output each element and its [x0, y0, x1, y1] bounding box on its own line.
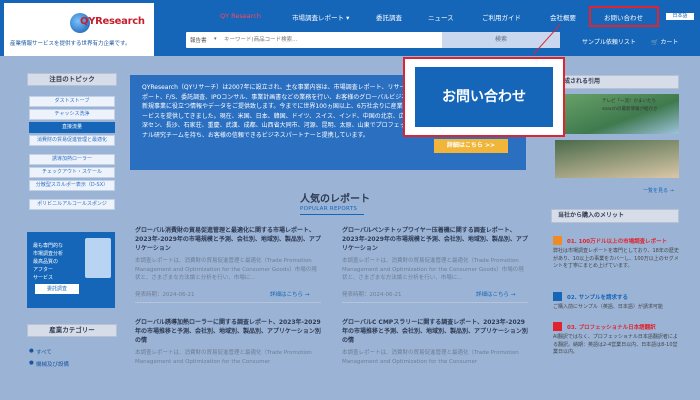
document-icon: [553, 292, 562, 301]
topic-item[interactable]: ポリビニルアルコールスポンジ: [29, 199, 115, 210]
company-intro-text: QYResearch（QYリサーチ）は2007年に設立され、主な事業内容は、市場…: [142, 84, 421, 139]
cart-label: カート: [660, 39, 679, 46]
merit-title: 03. プロフェッショナル日本語翻訳: [567, 325, 656, 331]
topic-item[interactable]: 分散型スカルポー表示（D-SX）: [29, 180, 115, 191]
merit-title: 02. サンプルを請求する: [567, 295, 628, 301]
tablet-illustration: [85, 238, 111, 278]
translate-icon: [553, 322, 562, 331]
citations-title: 構成される引用: [551, 75, 679, 89]
merit-title: 01. 100万ドル以上の市場調査レポート: [567, 239, 668, 245]
contact-highlight-box: [589, 6, 659, 27]
report-more-link[interactable]: 詳細はこちら →: [476, 290, 515, 298]
topic-item[interactable]: チェックアウト・スケール: [29, 167, 115, 178]
divider: [342, 302, 528, 303]
logo-text: QYResearch: [80, 16, 145, 27]
report-title[interactable]: グローバル誘導加熱ローラーに関する調査レポート、2023年-2029年の市場推移…: [135, 318, 321, 345]
report-card[interactable]: グローバルベンチトップワイヤー压着機に関する調査レポート、2023年-2029年…: [342, 226, 528, 283]
merit-body: 弊社は市場調査レポートを専門としており、18年の歴史があり、10以上の事業をカバ…: [553, 248, 679, 269]
merit-body: AI翻訳ではなく、プロフェッショナル日本語翻訳者による翻訳。納期：英語は2-4営…: [553, 334, 678, 355]
topic-item[interactable]: 直接流量: [29, 122, 115, 133]
nav-item-commission[interactable]: 委託調査: [376, 12, 402, 22]
topic-item[interactable]: ダストストーブ: [29, 96, 115, 107]
category-item[interactable]: 機械及び設備: [36, 360, 69, 368]
logo-tagline: 産業情報サービスを提供する世界有力企業です。: [10, 41, 131, 47]
merit-body: ご購入前にサンプル（英語、日本語）が請求可能: [553, 304, 663, 310]
bullet-icon: ●: [29, 360, 34, 366]
report-card[interactable]: グローバル消費財の貿易促進管理と最適化に関する市場レポート、2023年-2029…: [135, 226, 321, 283]
report-title[interactable]: グローバルベンチトップワイヤー压着機に関する調査レポート、2023年-2029年…: [342, 226, 528, 253]
report-date: 発表時期：2024-06-21: [135, 292, 195, 298]
chevron-down-icon: ▾: [214, 36, 217, 42]
search-button[interactable]: 検索: [442, 32, 560, 48]
search-category[interactable]: 報告書: [190, 36, 207, 44]
report-date: 発表時期：2024-06-21: [342, 292, 402, 298]
citation-image[interactable]: [555, 140, 679, 178]
nav-item-reports[interactable]: 市場調査レポート ▾: [292, 12, 349, 22]
citation-caption: searchの最新情報が紹介さ: [602, 107, 658, 112]
report-title[interactable]: グローバル消費財の貿易促進管理と最適化に関する市場レポート、2023年-2029…: [135, 226, 321, 253]
promo-commission-button[interactable]: 委託調査: [35, 284, 79, 294]
nav-item-home[interactable]: QY Research: [220, 12, 261, 20]
citation-caption: テレビ「一流！かまいたち: [602, 99, 656, 104]
report-desc: 本調査レポートは、消費財の貿易促進管理と最適化（Trade Promotion …: [342, 258, 524, 281]
popular-reports-subtitle: POPULAR REPORTS: [300, 206, 358, 212]
category-item[interactable]: すべて: [36, 348, 52, 356]
logo[interactable]: QYResearch 産業情報サービスを提供する世界有力企業です。: [4, 3, 154, 56]
report-title[interactable]: グローバルC CMPスラリーに関する調査レポート、2023年-2029年の市場推…: [342, 318, 528, 345]
report-more-link[interactable]: 詳細はこちら →: [270, 290, 309, 298]
report-desc: 本調査レポートは、消費財の貿易促進管理と最適化（Trade Promotion …: [342, 350, 519, 365]
report-desc: 本調査レポートは、消費財の貿易促進管理と最適化（Trade Promotion …: [135, 350, 312, 365]
nav-item-company[interactable]: 会社概要: [550, 12, 576, 22]
category-title: 産業カテゴリー: [27, 324, 117, 337]
topic-item[interactable]: 誘導加熱ローラー: [29, 154, 115, 165]
merits-title: 当社から購入のメリット: [551, 209, 679, 223]
zoom-callout: お問い合わせ: [403, 57, 565, 137]
nav-item-news[interactable]: ニュース: [428, 12, 454, 22]
cart-icon: 🛒: [651, 39, 659, 46]
divider: [135, 302, 321, 303]
cart-link[interactable]: 🛒 カート: [651, 37, 678, 46]
promo-text: 最も専門的な 市場調査分析 最高品質の アフター サービス: [33, 243, 64, 281]
search-input[interactable]: [224, 34, 474, 46]
sample-list-link[interactable]: サンプル依頼リスト: [582, 37, 636, 46]
details-button[interactable]: 詳細はこちら >>: [434, 139, 508, 153]
topics-title: 注目のトピック: [27, 73, 117, 86]
topic-item[interactable]: 消費財の貿易促進管理と最適化: [29, 135, 115, 146]
bullet-icon: ●: [29, 348, 34, 354]
citations-more-link[interactable]: 一覧を見る →: [643, 187, 674, 194]
report-card[interactable]: グローバル誘導加熱ローラーに関する調査レポート、2023年-2029年の市場推移…: [135, 318, 321, 366]
popular-reports-title: 人気のレポート: [300, 194, 370, 205]
bar-chart-icon: [553, 236, 562, 245]
topic-item[interactable]: チャッシス洗浄: [29, 109, 115, 120]
nav-item-guide[interactable]: ご利用ガイド: [482, 12, 521, 22]
contact-button-zoomed[interactable]: お問い合わせ: [415, 67, 553, 127]
language-select[interactable]: 日本語: [665, 12, 695, 21]
title-underline: [300, 214, 364, 215]
report-desc: 本調査レポートは、消費財の貿易促進管理と最適化（Trade Promotion …: [135, 258, 317, 281]
promo-banner: 最も専門的な 市場調査分析 最高品質の アフター サービス 委託調査: [27, 232, 115, 308]
report-card[interactable]: グローバルC CMPスラリーに関する調査レポート、2023年-2029年の市場推…: [342, 318, 528, 366]
